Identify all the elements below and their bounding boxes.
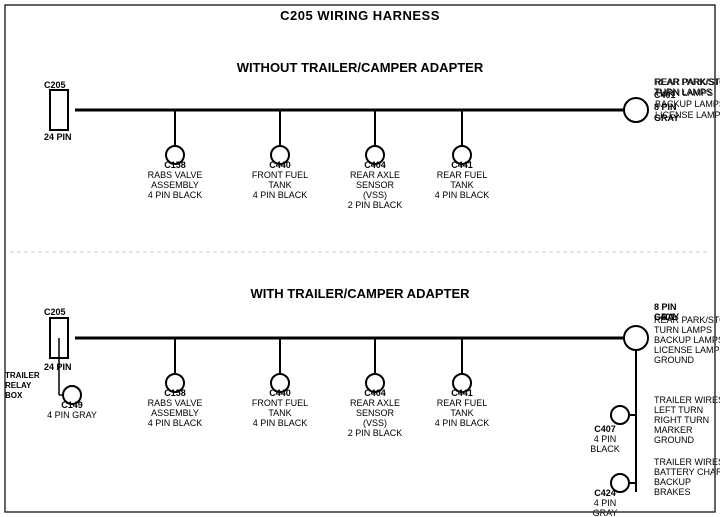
- svg-text:BLACK: BLACK: [590, 444, 620, 454]
- svg-text:MARKER: MARKER: [654, 425, 693, 435]
- svg-text:TANK: TANK: [268, 408, 291, 418]
- svg-text:24 PIN: 24 PIN: [44, 362, 72, 372]
- svg-text:TRAILER WIRES: TRAILER WIRES: [654, 395, 720, 405]
- svg-text:TRAILER: TRAILER: [5, 371, 40, 380]
- svg-text:REAR AXLE: REAR AXLE: [350, 398, 400, 408]
- svg-text:4 PIN BLACK: 4 PIN BLACK: [148, 418, 203, 428]
- svg-text:(VSS): (VSS): [363, 418, 387, 428]
- svg-text:C401: C401: [654, 312, 676, 322]
- svg-text:REAR AXLE: REAR AXLE: [350, 170, 400, 180]
- svg-text:8 PIN: 8 PIN: [654, 302, 677, 312]
- svg-text:GROUND: GROUND: [654, 355, 694, 365]
- svg-text:C440: C440: [269, 388, 291, 398]
- svg-text:C404: C404: [364, 388, 386, 398]
- svg-text:REAR PARK/STOP: REAR PARK/STOP: [654, 77, 720, 87]
- svg-text:GRAY: GRAY: [654, 113, 679, 123]
- svg-text:BOX: BOX: [5, 391, 23, 400]
- svg-text:TURN LAMPS: TURN LAMPS: [654, 87, 712, 97]
- svg-text:2 PIN BLACK: 2 PIN BLACK: [348, 428, 403, 438]
- svg-text:C441: C441: [451, 388, 473, 398]
- svg-text:TURN LAMPS: TURN LAMPS: [654, 325, 712, 335]
- svg-text:TURN LAMPS: TURN LAMPS: [655, 88, 713, 98]
- svg-text:ASSEMBLY: ASSEMBLY: [151, 408, 199, 418]
- svg-text:C158: C158: [164, 388, 186, 398]
- svg-text:TANK: TANK: [450, 408, 473, 418]
- svg-text:BACKUP LAMPS: BACKUP LAMPS: [655, 99, 720, 109]
- svg-text:LICENSE LAMPS: LICENSE LAMPS: [655, 110, 720, 120]
- svg-text:RIGHT TURN: RIGHT TURN: [654, 415, 709, 425]
- page-title: C205 WIRING HARNESS: [0, 0, 720, 23]
- svg-text:TRAILER WIRES: TRAILER WIRES: [654, 457, 720, 467]
- svg-text:WITHOUT TRAILER/CAMPER ADAPTE: WITHOUT TRAILER/CAMPER ADAPTER: [237, 60, 484, 75]
- svg-text:TANK: TANK: [268, 180, 291, 190]
- svg-text:REAR PARK/STOP: REAR PARK/STOP: [655, 77, 720, 87]
- svg-text:4 PIN BLACK: 4 PIN BLACK: [435, 190, 490, 200]
- svg-text:4 PIN BLACK: 4 PIN BLACK: [435, 418, 490, 428]
- svg-text:BATTERY CHARGE: BATTERY CHARGE: [654, 467, 720, 477]
- svg-text:FRONT FUEL: FRONT FUEL: [252, 170, 308, 180]
- svg-text:LICENSE LAMPS: LICENSE LAMPS: [654, 345, 720, 355]
- svg-text:4 PIN BLACK: 4 PIN BLACK: [148, 190, 203, 200]
- svg-text:(VSS): (VSS): [363, 190, 387, 200]
- svg-text:FRONT FUEL: FRONT FUEL: [252, 398, 308, 408]
- svg-text:2 PIN BLACK: 2 PIN BLACK: [348, 200, 403, 210]
- svg-text:RABS VALVE: RABS VALVE: [148, 398, 203, 408]
- svg-text:C441: C441: [451, 160, 473, 170]
- svg-text:C205: C205: [44, 80, 66, 90]
- svg-text:REAR FUEL: REAR FUEL: [437, 398, 488, 408]
- svg-text:4 PIN GRAY: 4 PIN GRAY: [47, 410, 97, 420]
- svg-text:GROUND: GROUND: [654, 435, 694, 445]
- svg-text:24 PIN: 24 PIN: [44, 132, 72, 142]
- svg-text:C149: C149: [61, 400, 83, 410]
- svg-text:C158: C158: [164, 160, 186, 170]
- svg-text:C401: C401: [654, 90, 676, 100]
- svg-text:BACKUP: BACKUP: [654, 477, 691, 487]
- svg-text:LEFT TURN: LEFT TURN: [654, 405, 703, 415]
- svg-text:REAR PARK/STOP: REAR PARK/STOP: [654, 315, 720, 325]
- svg-text:GRAY: GRAY: [654, 312, 679, 322]
- svg-text:4 PIN BLACK: 4 PIN BLACK: [253, 418, 308, 428]
- svg-text:BRAKES: BRAKES: [654, 487, 691, 497]
- svg-text:GRAY: GRAY: [593, 508, 618, 517]
- svg-text:SENSOR: SENSOR: [356, 180, 395, 190]
- svg-text:SENSOR: SENSOR: [356, 408, 395, 418]
- svg-text:C205: C205: [44, 307, 66, 317]
- svg-text:4 PIN: 4 PIN: [594, 498, 617, 508]
- svg-text:4 PIN: 4 PIN: [594, 434, 617, 444]
- svg-text:8 PIN: 8 PIN: [654, 102, 677, 112]
- svg-text:REAR FUEL: REAR FUEL: [437, 170, 488, 180]
- svg-text:ASSEMBLY: ASSEMBLY: [151, 180, 199, 190]
- svg-text:RABS VALVE: RABS VALVE: [148, 170, 203, 180]
- svg-text:WITH TRAILER/CAMPER ADAPTER: WITH TRAILER/CAMPER ADAPTER: [250, 286, 470, 301]
- svg-text:C440: C440: [269, 160, 291, 170]
- svg-text:BACKUP LAMPS: BACKUP LAMPS: [654, 335, 720, 345]
- svg-text:C407: C407: [594, 424, 616, 434]
- svg-text:4 PIN BLACK: 4 PIN BLACK: [253, 190, 308, 200]
- svg-text:TANK: TANK: [450, 180, 473, 190]
- svg-text:RELAY: RELAY: [5, 381, 32, 390]
- svg-text:C424: C424: [594, 488, 616, 498]
- svg-text:C404: C404: [364, 160, 386, 170]
